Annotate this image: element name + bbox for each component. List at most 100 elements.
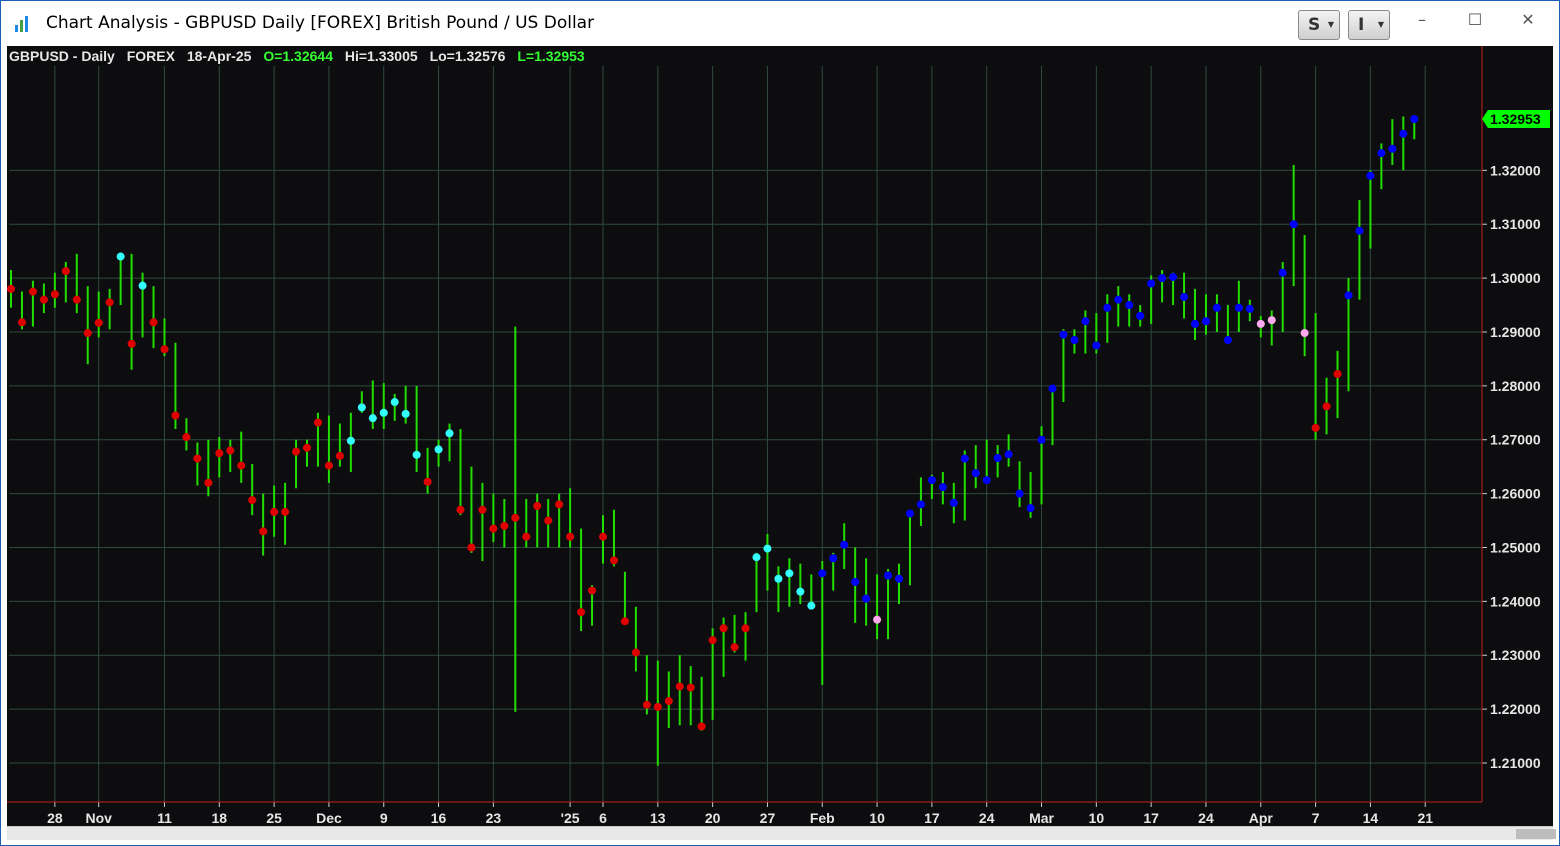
minimize-button[interactable]: – bbox=[1399, 7, 1445, 33]
close-marker bbox=[61, 267, 70, 276]
close-marker bbox=[807, 601, 816, 610]
close-marker bbox=[434, 445, 443, 454]
x-tick-label: 23 bbox=[486, 810, 502, 826]
y-tick-label: 1.31000 bbox=[1490, 216, 1541, 232]
close-marker bbox=[1223, 336, 1232, 345]
close-marker bbox=[1311, 423, 1320, 432]
open-label: O=1.32644 bbox=[263, 48, 333, 64]
close-marker bbox=[1180, 292, 1189, 301]
close-marker bbox=[938, 483, 947, 492]
x-tick-label: 6 bbox=[599, 810, 607, 826]
y-tick-label: 1.30000 bbox=[1490, 270, 1541, 286]
price-chart[interactable]: 1.21000 1.22000 1.23000 1.24000 1.25000 1.260… bbox=[7, 46, 1553, 826]
s-dropdown-button[interactable]: S ▼ bbox=[1298, 10, 1340, 40]
close-marker bbox=[215, 449, 224, 458]
close-marker bbox=[796, 587, 805, 596]
close-marker bbox=[982, 476, 991, 485]
close-marker bbox=[1344, 291, 1353, 300]
close-marker bbox=[346, 436, 355, 445]
y-tick-label: 1.27000 bbox=[1490, 432, 1541, 448]
close-marker bbox=[1278, 268, 1287, 277]
price-axis: 1.21000 1.22000 1.23000 1.24000 1.25000 1.260… bbox=[1481, 46, 1550, 802]
close-marker bbox=[105, 298, 114, 307]
i-button-label: I bbox=[1358, 15, 1365, 35]
close-marker bbox=[171, 411, 180, 420]
close-marker bbox=[774, 574, 783, 583]
close-marker bbox=[1366, 171, 1375, 180]
close-marker bbox=[862, 594, 871, 603]
close-marker bbox=[357, 403, 366, 412]
close-marker bbox=[1125, 301, 1134, 310]
x-tick-label: Feb bbox=[810, 810, 835, 826]
close-marker bbox=[642, 700, 651, 709]
close-marker bbox=[1267, 316, 1276, 325]
close-marker bbox=[335, 451, 344, 460]
close-marker bbox=[467, 543, 476, 552]
last-price-badge: 1.32953 bbox=[1482, 110, 1550, 129]
high-label: Hi=1.33005 bbox=[344, 48, 418, 64]
x-tick-label: 17 bbox=[924, 810, 940, 826]
x-tick-label: Nov bbox=[85, 810, 112, 826]
close-marker bbox=[1212, 303, 1221, 312]
close-marker bbox=[1081, 317, 1090, 326]
close-marker bbox=[1377, 149, 1386, 158]
i-dropdown-button[interactable]: I ▼ bbox=[1348, 10, 1390, 40]
close-marker bbox=[489, 524, 498, 533]
symbol-header: GBPUSD - Daily FOREX 18-Apr-25 O=1.32644… bbox=[9, 48, 593, 64]
x-tick-label: 24 bbox=[979, 810, 995, 826]
chevron-down-icon: ▼ bbox=[1327, 20, 1334, 29]
close-marker bbox=[401, 409, 410, 418]
close-marker bbox=[445, 429, 454, 438]
close-marker bbox=[1300, 329, 1309, 338]
close-marker bbox=[730, 643, 739, 652]
close-marker bbox=[259, 527, 268, 536]
close-marker bbox=[1147, 279, 1156, 288]
close-marker bbox=[916, 500, 925, 509]
x-tick-label: 16 bbox=[431, 810, 447, 826]
close-marker bbox=[653, 702, 662, 711]
close-marker bbox=[697, 722, 706, 731]
y-tick-label: 1.32000 bbox=[1490, 162, 1541, 178]
x-tick-label: Mar bbox=[1029, 810, 1054, 826]
chevron-down-icon: ▼ bbox=[1377, 20, 1384, 29]
horizontal-scrollbar[interactable] bbox=[7, 826, 1556, 840]
chart-area[interactable]: 1.21000 1.22000 1.23000 1.24000 1.25000 1.260… bbox=[7, 46, 1553, 840]
close-button[interactable]: ✕ bbox=[1505, 7, 1551, 33]
scrollbar-thumb[interactable] bbox=[1516, 829, 1556, 839]
close-marker bbox=[500, 521, 509, 530]
close-marker bbox=[1059, 330, 1068, 339]
close-marker bbox=[620, 617, 629, 626]
close-marker bbox=[708, 636, 717, 645]
close-marker bbox=[1070, 336, 1079, 345]
grid-lines bbox=[9, 66, 1482, 802]
close-marker bbox=[1169, 273, 1178, 282]
x-tick-label: 10 bbox=[1089, 810, 1105, 826]
title-bar[interactable]: Chart Analysis - GBPUSD Daily [FOREX] Br… bbox=[1, 1, 1559, 46]
close-marker bbox=[50, 290, 59, 299]
close-marker bbox=[39, 295, 48, 304]
close-marker bbox=[664, 697, 673, 706]
close-marker bbox=[412, 450, 421, 459]
y-tick-label: 1.25000 bbox=[1490, 539, 1541, 555]
close-marker bbox=[686, 683, 695, 692]
y-tick-label: 1.28000 bbox=[1490, 378, 1541, 394]
x-tick-label: 20 bbox=[705, 810, 721, 826]
maximize-button[interactable]: ☐ bbox=[1452, 7, 1498, 33]
close-marker bbox=[423, 477, 432, 486]
close-marker bbox=[1158, 274, 1167, 283]
close-marker bbox=[566, 532, 575, 541]
x-tick-label: 13 bbox=[650, 810, 666, 826]
close-marker bbox=[324, 461, 333, 470]
close-marker bbox=[752, 553, 761, 562]
close-marker bbox=[1114, 295, 1123, 304]
close-marker bbox=[478, 505, 487, 514]
close-marker bbox=[1015, 489, 1024, 498]
close-marker bbox=[895, 574, 904, 583]
close-marker bbox=[160, 345, 169, 354]
x-tick-label: 24 bbox=[1198, 810, 1214, 826]
y-tick-label: 1.23000 bbox=[1490, 647, 1541, 663]
x-tick-label: 9 bbox=[380, 810, 388, 826]
close-marker bbox=[1037, 435, 1046, 444]
x-tick-label: 21 bbox=[1417, 810, 1433, 826]
x-tick-label: 28 bbox=[47, 810, 63, 826]
